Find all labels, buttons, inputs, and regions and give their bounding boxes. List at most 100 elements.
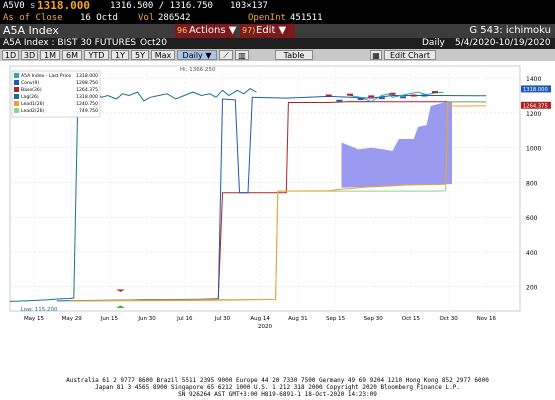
period-button-ytd[interactable]: YTD <box>84 50 109 60</box>
legend-name: Lag(26) <box>21 94 39 100</box>
actions-menu-label: Actions ▼ <box>189 25 237 36</box>
legend-name: Lead1(26) <box>21 101 45 107</box>
period-button-3d[interactable]: 3D <box>21 50 38 60</box>
low-annotation: Low: 115.200 <box>21 307 58 313</box>
frequency-dropdown[interactable]: Daily ▼ <box>177 50 217 60</box>
legend-value: 1264.375 <box>76 87 98 93</box>
y-tick-label: 400 <box>526 250 538 257</box>
period-button-1y[interactable]: 1Y <box>111 50 129 60</box>
legend-swatch <box>14 87 19 92</box>
last-price: 1318.000 <box>37 0 90 12</box>
y-tick-label: 1000 <box>526 146 541 153</box>
signal-marker <box>325 94 332 97</box>
x-tick-label: Jul 16 <box>176 316 193 322</box>
bar-chart-icon[interactable]: ▥ <box>235 50 249 60</box>
price-tag-label: 1264.375 <box>523 103 548 109</box>
chart-area[interactable]: 1400 1200 1000 800 600 400 200 May 15 May 29 Jun … <box>0 61 555 376</box>
edit-menu-number: 97) <box>242 26 256 35</box>
legend-value: 749.750 <box>79 108 98 114</box>
footer-line-1: Australia 61 2 9777 8600 Brazil 5511 239… <box>66 377 489 384</box>
signal-marker <box>400 96 407 99</box>
signal-marker <box>347 93 353 96</box>
x-tick-label: Nov 16 <box>477 316 497 322</box>
legend-swatch <box>14 73 19 78</box>
legend-name: Conv(9) <box>21 80 39 86</box>
legend-value: 1240.750 <box>76 101 98 107</box>
signal-marker <box>378 97 385 100</box>
y-tick-label: 1400 <box>526 76 541 83</box>
x-tick-label: Aug 31 <box>288 316 308 322</box>
legend-value: 1298.750 <box>76 80 98 86</box>
footer-line-2: Japan 81 3 4565 8900 Singapore 65 6212 1… <box>95 384 460 391</box>
legend-value: 1318.000 <box>76 73 98 79</box>
x-tick-label: Sep 30 <box>364 316 384 322</box>
legend-value: 1318.000 <box>76 94 98 100</box>
vol-label: Vol <box>138 13 155 23</box>
x-tick-label: May 29 <box>62 316 83 322</box>
legend-swatch <box>14 108 19 113</box>
legend-name: A5A Index - Last Price <box>21 73 71 79</box>
table-button[interactable]: Table <box>275 50 313 60</box>
y-tick-label: 800 <box>526 180 538 187</box>
period-button-max[interactable]: Max <box>151 50 175 60</box>
chart-toolbar: 1D 3D 1M 6M YTD 1Y 5Y Max Daily ▼ ⟋ ▥ Ta… <box>0 49 555 61</box>
volume: 286542 <box>158 13 191 23</box>
y-tick-label: 600 <box>526 215 538 222</box>
period-button-1m[interactable]: 1M <box>40 50 60 60</box>
x-tick-label: Jul 30 <box>214 316 231 322</box>
x-tick-label: Oct 15 <box>402 316 421 322</box>
asof-date: 16 Octd <box>80 13 118 23</box>
x-tick-label: Jun 15 <box>100 316 119 322</box>
period-button-6m[interactable]: 6M <box>62 50 82 60</box>
actions-menu-number: 96 <box>177 26 188 35</box>
x-axis-year: 2020 <box>258 324 272 330</box>
edit-chart-button[interactable]: Edit Chart <box>384 50 436 60</box>
actions-menu[interactable]: 96 Actions ▼ <box>175 24 237 38</box>
edit-menu[interactable]: 97) Edit ▼ <box>240 24 295 38</box>
security-name: A5A Index : BIST 30 FUTURES <box>3 38 137 48</box>
size: 103×137 <box>230 1 268 11</box>
x-tick-label: May 15 <box>24 316 45 322</box>
ticker: A5V0 <box>3 1 25 11</box>
y-tick-label: 200 <box>526 285 538 292</box>
title-bar: A5A Index 96 Actions ▼ 97) Edit ▼ G 543:… <box>0 24 555 38</box>
quote-row: A5V0 s 1318.000 1316.500 / 1316.750 103×… <box>0 0 555 12</box>
legend-name: Lead2(26) <box>21 108 45 114</box>
high-annotation: Hi: 1366.250 <box>180 67 216 73</box>
legend-swatch <box>14 101 19 106</box>
footer-line-3: SN 926264 AST GMT+3:00 H819-6891-1 18-Oc… <box>178 391 377 398</box>
openint-label: OpenInt <box>248 13 286 23</box>
bid-ask: 1316.500 / 1316.750 <box>110 1 213 11</box>
signal-marker <box>421 94 428 97</box>
period-button-5y[interactable]: 5Y <box>131 50 149 60</box>
page-name: G 543: ichimoku <box>469 25 551 36</box>
s-label: s <box>30 1 36 11</box>
edit-chart-icon[interactable]: ▦ <box>370 50 382 60</box>
footer: Australia 61 2 9777 8600 Brazil 5511 239… <box>0 376 555 400</box>
line-chart-icon[interactable]: ⟋ <box>219 50 233 60</box>
signal-marker <box>410 94 417 97</box>
price-tag-label: 1318.000 <box>523 87 548 93</box>
signal-marker <box>368 95 375 98</box>
edit-menu-label: Edit ▼ <box>256 25 287 36</box>
signal-marker <box>389 92 396 95</box>
asof-row: As of Close 16 Octd Vol 286542 OpenInt 4… <box>0 12 555 24</box>
openint: 451511 <box>290 13 323 23</box>
period-button-1d[interactable]: 1D <box>2 50 19 60</box>
ichimoku-chart[interactable]: 1400 1200 1000 800 600 400 200 May 15 May 29 Jun … <box>0 61 555 376</box>
x-tick-label: Oct 30 <box>439 316 458 322</box>
x-tick-label: Jun 30 <box>137 316 156 322</box>
security-title: A5A Index <box>3 24 59 37</box>
signal-marker <box>336 99 343 102</box>
security-header: A5A Index : BIST 30 FUTURES Oct20 Daily … <box>0 38 555 49</box>
date-range: 5/4/2020-10/19/2020 <box>455 38 551 48</box>
signal-marker <box>432 91 438 94</box>
asof-label: As of Close <box>3 13 63 23</box>
legend-name: Base(26) <box>21 87 42 93</box>
signal-marker <box>357 98 364 101</box>
contract: Oct20 <box>140 38 168 48</box>
x-tick-label: Aug 14 <box>250 316 270 322</box>
legend-swatch <box>14 94 19 99</box>
period: Daily <box>422 38 445 48</box>
y-tick-label: 1200 <box>526 111 541 118</box>
